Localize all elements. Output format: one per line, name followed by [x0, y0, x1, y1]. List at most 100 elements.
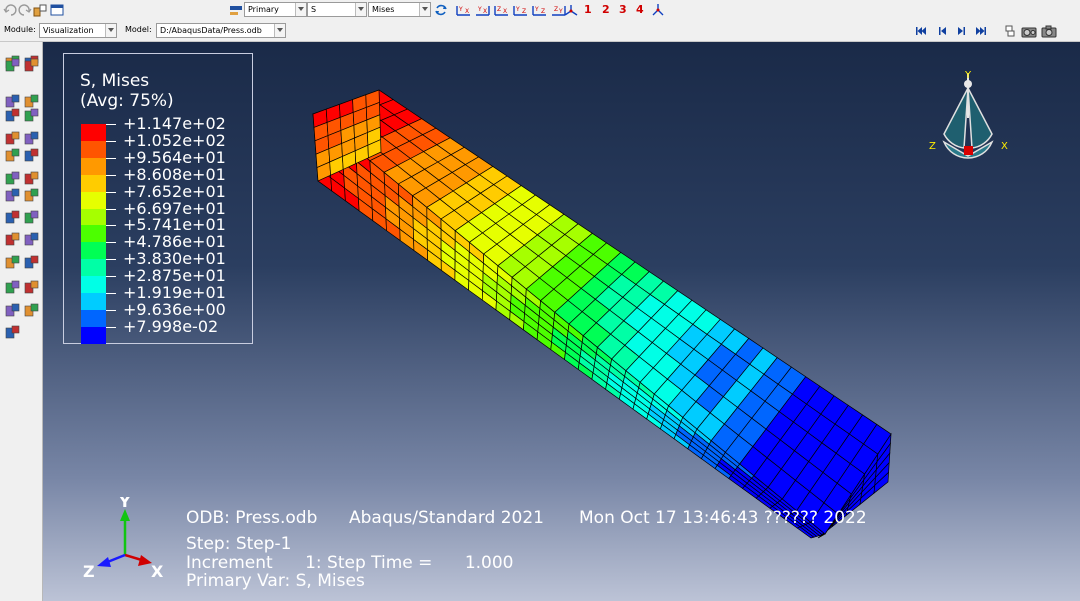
- svg-text:Z: Z: [541, 8, 545, 15]
- info-solver: Abaqus/Standard 2021: [349, 508, 544, 528]
- svg-text:Y: Y: [458, 6, 463, 13]
- legend-tick: [106, 124, 116, 125]
- legend-value: +3.830e+01: [123, 249, 226, 269]
- viewport[interactable]: S, Mises (Avg: 75%) +1.147e+02 +1.052e+02…: [43, 42, 1080, 601]
- chevron-down-icon: [419, 3, 430, 16]
- undo-icon[interactable]: [3, 3, 17, 17]
- plot-material-orientation-icon[interactable]: [5, 94, 20, 109]
- coordinate-triad: Y X Z: [83, 497, 164, 581]
- legend-value: +9.564e+01: [123, 147, 226, 167]
- camera-icon[interactable]: [1041, 24, 1057, 38]
- legend-tick: [106, 293, 116, 294]
- view-cut-icon[interactable]: [5, 210, 20, 225]
- svg-text:X: X: [465, 8, 469, 15]
- animation-options-icon[interactable]: [1003, 24, 1017, 38]
- chevron-down-icon: [105, 24, 116, 37]
- path-icon[interactable]: [5, 188, 20, 203]
- probe-values-icon[interactable]: [24, 232, 39, 247]
- legend-value: +4.786e+01: [123, 232, 226, 252]
- copy-view-icon[interactable]: [33, 3, 47, 17]
- model-select[interactable]: D:/AbaqusData/Press.odb: [156, 23, 286, 38]
- legend-color-band: [81, 309, 106, 327]
- legend-value: +6.697e+01: [123, 198, 226, 218]
- context-bar: Module: Visualization Model: D:/AbaqusDa…: [0, 20, 1080, 42]
- legend-tick: [106, 242, 116, 244]
- svg-text:Y: Y: [515, 6, 520, 13]
- plot-symbols-icon[interactable]: [24, 58, 39, 73]
- module-select[interactable]: Visualization: [39, 23, 117, 38]
- animate-harmonic-icon[interactable]: [5, 131, 20, 146]
- plot-contours-icon[interactable]: [5, 58, 20, 73]
- view-4-button[interactable]: 4: [636, 3, 644, 16]
- module-label: Module:: [4, 25, 36, 34]
- xy-plot-icon[interactable]: [24, 171, 39, 186]
- legend-tick: [106, 191, 116, 193]
- view-front-icon[interactable]: YX: [455, 3, 473, 17]
- legend-color-band: [81, 208, 106, 226]
- view-bottom-icon[interactable]: YZ: [512, 3, 530, 17]
- legend-tick: [106, 309, 116, 311]
- triad-axis-x: X: [151, 562, 164, 581]
- view-back-icon[interactable]: YX: [474, 3, 492, 17]
- model-label: Model:: [125, 25, 152, 34]
- svg-text:Y: Y: [477, 6, 482, 13]
- first-frame-icon[interactable]: [914, 24, 928, 38]
- svg-text:Z: Z: [497, 6, 501, 13]
- invariant-select[interactable]: Mises: [368, 2, 431, 17]
- primary-output-value: Primary: [248, 5, 279, 14]
- next-frame-icon[interactable]: [955, 24, 969, 38]
- legend-color-band: [81, 174, 106, 192]
- svg-text:X: X: [503, 8, 507, 15]
- query-icon[interactable]: [5, 232, 20, 247]
- svg-text:Z: Z: [554, 6, 558, 13]
- section-points-icon[interactable]: [24, 255, 39, 270]
- view-3-button[interactable]: 3: [619, 3, 627, 16]
- axis-y-knob[interactable]: [964, 80, 972, 88]
- legend-tick: [106, 208, 116, 210]
- allow-multiple-plot-icon[interactable]: [24, 94, 39, 109]
- overlay-icon[interactable]: [5, 280, 20, 295]
- stream-icon[interactable]: [5, 255, 20, 270]
- free-body-icon[interactable]: [24, 188, 39, 203]
- primary-variable-icon[interactable]: [229, 3, 243, 17]
- view-2-button[interactable]: 2: [602, 3, 610, 16]
- step-frame-icon[interactable]: [24, 303, 39, 318]
- field-output-select[interactable]: S: [307, 2, 367, 17]
- common-options-icon[interactable]: [5, 148, 20, 163]
- view-left-icon[interactable]: YZ: [531, 3, 549, 17]
- display-group-icon[interactable]: [24, 210, 39, 225]
- legend-title: S, Mises (Avg: 75%): [80, 71, 174, 111]
- view-1-button[interactable]: 1: [584, 3, 592, 16]
- xy-data-icon[interactable]: [5, 171, 20, 186]
- previous-frame-icon[interactable]: [935, 24, 949, 38]
- last-frame-icon[interactable]: [974, 24, 988, 38]
- tool-extra-icon[interactable]: [5, 325, 20, 340]
- field-output-icon[interactable]: [5, 303, 20, 318]
- view-manipulator-triad[interactable]: Y Z X: [924, 64, 1014, 184]
- model-value: D:/AbaqusData/Press.odb: [160, 26, 262, 35]
- report-icon[interactable]: [24, 280, 39, 295]
- triad-center-icon: [964, 146, 973, 155]
- viewport-icon[interactable]: [50, 3, 64, 17]
- triad-axis-y: Y: [118, 497, 131, 511]
- movie-camera-icon[interactable]: [1021, 24, 1037, 38]
- chevron-down-icon: [295, 3, 306, 16]
- legend-tick: [106, 326, 116, 328]
- contour-legend[interactable]: S, Mises (Avg: 75%) +1.147e+02 +1.052e+02…: [63, 53, 253, 344]
- legend-value: +1.052e+02: [123, 130, 226, 150]
- animate-time-icon[interactable]: [24, 108, 39, 123]
- primary-output-select[interactable]: Primary: [244, 2, 307, 17]
- redo-icon[interactable]: [18, 3, 32, 17]
- animation-options-icon[interactable]: [24, 131, 39, 146]
- module-value: Visualization: [43, 26, 94, 35]
- iso-view-icon[interactable]: [563, 3, 579, 17]
- rotate-view-icon[interactable]: [650, 3, 666, 17]
- animate-scale-icon[interactable]: [5, 108, 20, 123]
- refresh-icon[interactable]: [434, 3, 448, 17]
- superimpose-options-icon[interactable]: [24, 148, 39, 163]
- info-date: Mon Oct 17 13:46:43 ?????? 2022: [579, 508, 867, 528]
- legend-color-band: [81, 191, 106, 209]
- legend-color-band: [81, 124, 106, 141]
- view-top-icon[interactable]: ZX: [493, 3, 511, 17]
- legend-value: +5.741e+01: [123, 215, 226, 235]
